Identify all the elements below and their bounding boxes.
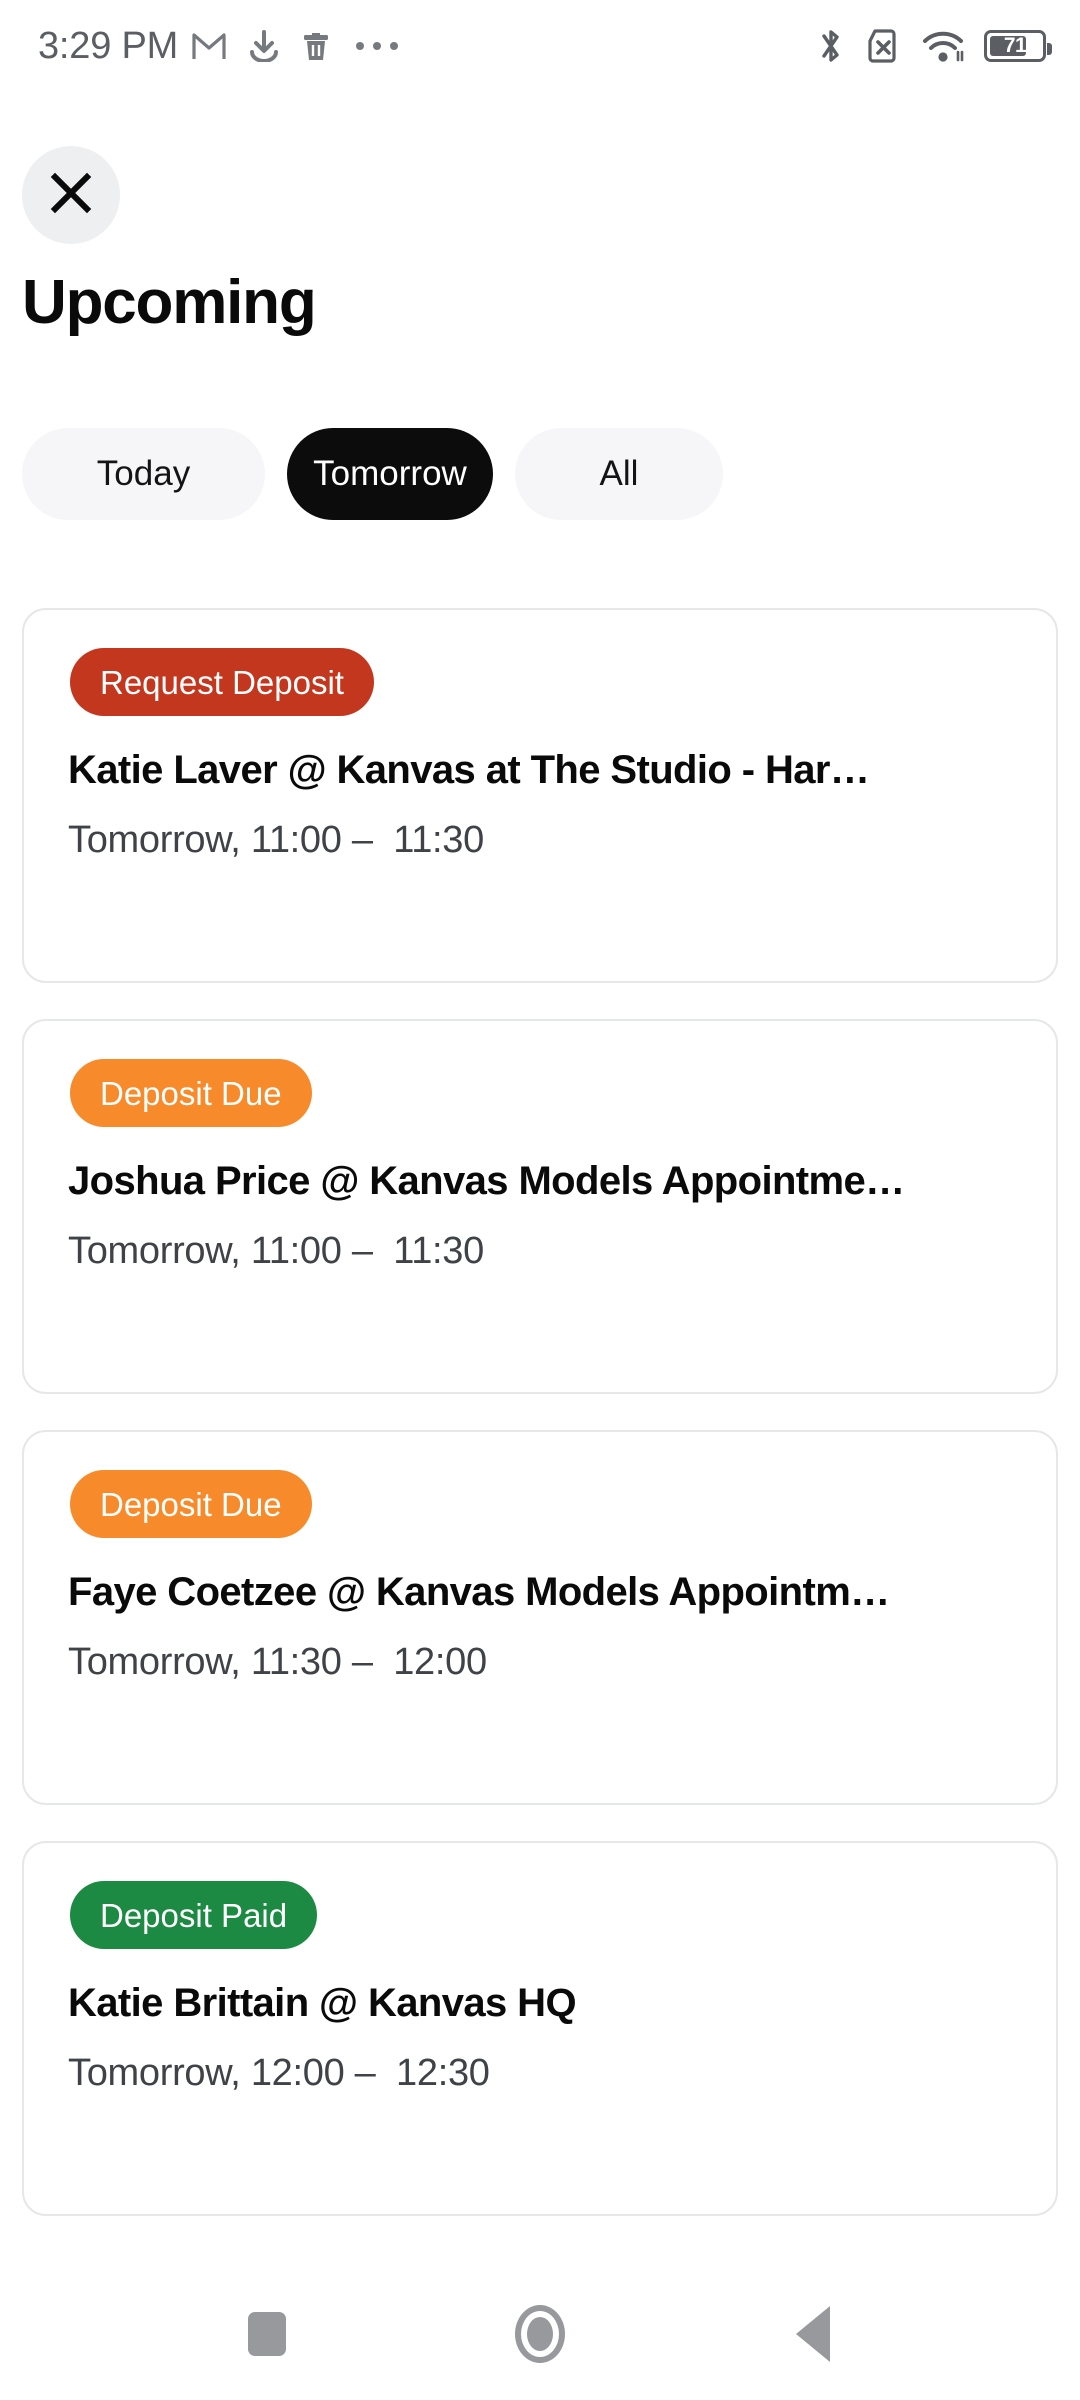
trash-icon	[302, 30, 330, 62]
appointment-card[interactable]: Deposit Paid Katie Brittain @ Kanvas HQ …	[22, 1841, 1058, 2216]
status-badge: Deposit Paid	[70, 1881, 318, 1949]
status-badge: Request Deposit	[70, 648, 374, 716]
appointment-time: Tomorrow, 11:00 – 11:30	[68, 1230, 484, 1272]
appointment-time: Tomorrow, 11:00 – 11:30	[68, 819, 484, 861]
appointment-card[interactable]: Request Deposit Katie Laver @ Kanvas at …	[22, 608, 1058, 983]
back-button[interactable]	[763, 2284, 863, 2384]
status-bar: 3:29 PM 71	[0, 0, 1080, 92]
square-recents-icon	[247, 2312, 286, 2356]
appointment-time: Tomorrow, 12:00 – 12:30	[68, 2052, 490, 2094]
tab-today[interactable]: Today	[22, 428, 265, 520]
battery-icon: 71	[984, 30, 1052, 62]
recents-button[interactable]	[217, 2284, 317, 2384]
triangle-back-icon	[796, 2306, 831, 2362]
status-bar-right: 71	[818, 27, 1052, 65]
status-badge: Deposit Due	[70, 1470, 312, 1538]
status-bar-clock: 3:29 PM	[38, 25, 179, 67]
appointment-card[interactable]: Deposit Due Faye Coetzee @ Kanvas Models…	[22, 1430, 1058, 1805]
appointment-title: Faye Coetzee @ Kanvas Models Appointm…	[68, 1570, 890, 1614]
download-icon	[248, 30, 280, 62]
wifi-icon	[922, 29, 964, 63]
battery-level-label: 71	[1003, 34, 1027, 57]
status-badge: Deposit Due	[70, 1059, 312, 1127]
circle-home-icon	[514, 2305, 565, 2363]
home-button[interactable]	[490, 2284, 590, 2384]
app-screen: 3:29 PM 71 Upcoming Today Tomorrow All R…	[0, 0, 1080, 2400]
status-bar-left: 3:29 PM	[38, 25, 399, 67]
no-sim-icon	[864, 28, 902, 64]
tab-all[interactable]: All	[515, 428, 723, 520]
appointment-list[interactable]: Request Deposit Katie Laver @ Kanvas at …	[0, 608, 1080, 2270]
appointment-time: Tomorrow, 11:30 – 12:00	[68, 1641, 487, 1683]
close-button[interactable]	[22, 146, 120, 244]
filter-tabs: Today Tomorrow All	[22, 428, 723, 520]
bluetooth-icon	[818, 27, 844, 65]
appointment-title: Katie Brittain @ Kanvas HQ	[68, 1981, 577, 2025]
appointment-title: Joshua Price @ Kanvas Models Appointme…	[68, 1159, 905, 1203]
overflow-dots-icon	[356, 42, 399, 50]
page-title: Upcoming	[22, 268, 317, 337]
tab-tomorrow[interactable]: Tomorrow	[287, 428, 493, 520]
appointment-title: Katie Laver @ Kanvas at The Studio - Har…	[68, 748, 870, 792]
appointment-card[interactable]: Deposit Due Joshua Price @ Kanvas Models…	[22, 1019, 1058, 1394]
gmail-icon	[192, 31, 226, 61]
close-icon	[48, 170, 94, 221]
android-nav-bar	[0, 2268, 1080, 2400]
